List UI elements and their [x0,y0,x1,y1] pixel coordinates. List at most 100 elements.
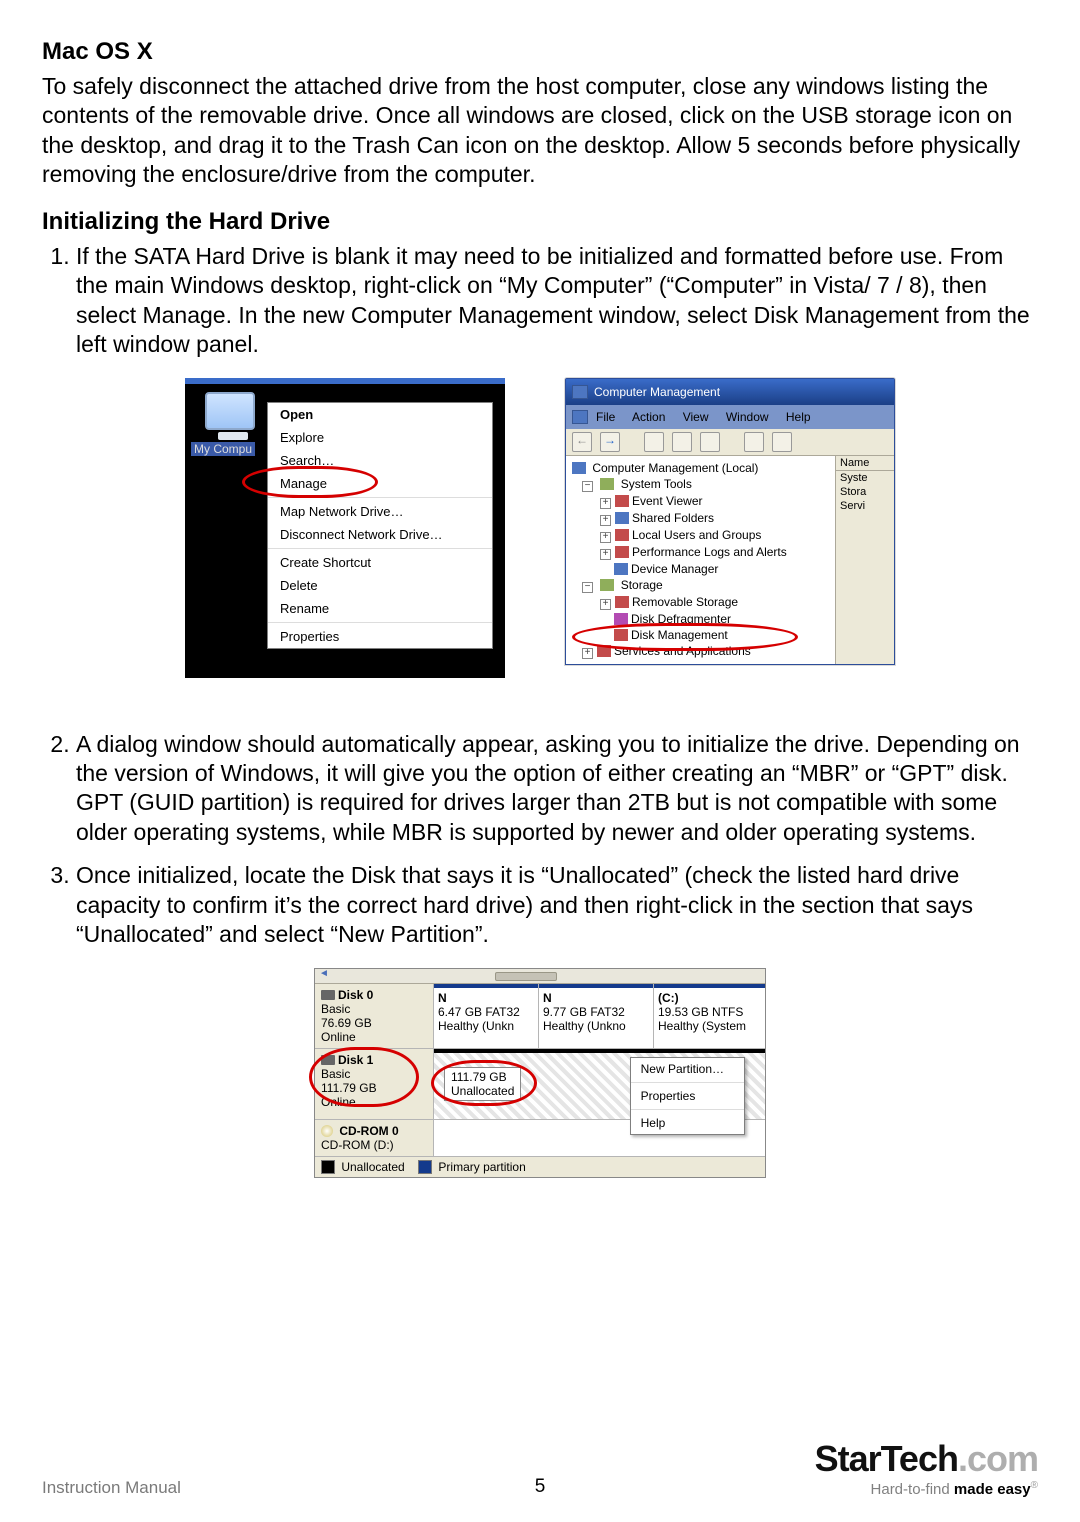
disk0-status: Online [321,1030,427,1044]
name-col-item-3[interactable]: Servi [836,499,894,513]
page-number: 5 [535,1476,546,1498]
footer-label: Instruction Manual [42,1478,181,1498]
tree-shared-folders[interactable]: +Shared Folders [568,510,833,527]
cdrom-side: CD-ROM 0 CD-ROM (D:) [315,1120,434,1156]
ctx-map-drive[interactable]: Map Network Drive… [268,500,492,523]
macosx-paragraph: To safely disconnect the attached drive … [42,72,1038,190]
cm-sub-icon [572,410,588,424]
tree-removable-storage[interactable]: +Removable Storage [568,594,833,611]
disk0-part-2[interactable]: (C:) 19.53 GB NTFS Healthy (System [654,984,765,1048]
cm-title-icon [572,385,588,399]
tree-system-tools[interactable]: − System Tools [568,476,833,493]
ctx-delete[interactable]: Delete [268,574,492,597]
highlight-disk-management [572,623,798,651]
heading-macosx: Mac OS X [42,38,1038,66]
dm-legend: Unallocated Primary partition [315,1157,765,1178]
collapse-icon[interactable]: − [582,582,593,593]
disk0-size: 76.69 GB [321,1016,427,1030]
cdrom-icon [321,1125,333,1137]
figure-computer-management: Computer Management File Action View Win… [565,378,895,708]
perf-icon [615,546,629,558]
highlight-disk1 [309,1047,419,1107]
toolbar-btn-2[interactable] [672,432,692,452]
name-col-item-1[interactable]: Syste [836,471,894,485]
cm-titlebar: Computer Management [566,379,894,405]
ctx-help[interactable]: Help [631,1112,744,1134]
ctx-open[interactable]: Open [268,403,492,426]
highlight-unallocated [431,1060,537,1106]
menu-view[interactable]: View [683,410,709,424]
my-computer-icon [205,392,261,438]
highlight-manage [242,466,378,498]
tree-root-label: Computer Management (Local) [592,461,758,475]
legend-unallocated: Unallocated [341,1160,404,1174]
ctx-properties-2[interactable]: Properties [631,1085,744,1107]
cdrom-title: CD-ROM 0 [321,1124,427,1138]
tree-system-tools-label: System Tools [621,477,692,491]
disk0-title: Disk 0 [321,988,427,1002]
back-icon[interactable] [572,432,592,452]
expand-icon[interactable]: + [600,498,611,509]
tree-perf-logs[interactable]: +Performance Logs and Alerts [568,544,833,561]
disk0-part-0[interactable]: N 6.47 GB FAT32 Healthy (Unkn [434,984,539,1048]
step-2: A dialog window should automatically app… [76,730,1038,848]
users-icon [615,529,629,541]
legend-swatch-unallocated [321,1160,335,1174]
figure-context-menu: My Compu Open Explore Search… Manage Map… [185,378,505,678]
collapse-icon[interactable]: − [582,481,593,492]
ctx-explore[interactable]: Explore [268,426,492,449]
storage-icon [600,579,614,591]
shared-folders-icon [615,512,629,524]
brand-logo: StarTech.com [815,1438,1038,1480]
tree-storage[interactable]: − Storage [568,577,833,594]
forward-icon[interactable] [600,432,620,452]
heading-init: Initializing the Hard Drive [42,208,1038,236]
disk0-side: Disk 0 Basic 76.69 GB Online [315,984,434,1048]
tree-event-viewer[interactable]: +Event Viewer [568,493,833,510]
legend-swatch-primary [418,1160,432,1174]
ctx-properties[interactable]: Properties [268,625,492,648]
name-col-item-2[interactable]: Stora [836,485,894,499]
toolbar-btn-5[interactable] [772,432,792,452]
scrollbar[interactable] [315,969,765,984]
expand-icon[interactable]: + [600,515,611,526]
disk0-part-1[interactable]: N 9.77 GB FAT32 Healthy (Unkno [539,984,654,1048]
removable-icon [615,596,629,608]
expand-icon[interactable]: + [582,648,593,659]
cm-title-text: Computer Management [594,385,720,399]
toolbar-btn-4[interactable] [744,432,764,452]
trademark-icon: ® [1031,1480,1038,1491]
menu-help[interactable]: Help [786,410,811,424]
expand-icon[interactable]: + [600,549,611,560]
device-manager-icon [614,563,628,575]
brand-tagline: Hard-to-find made easy® [815,1480,1038,1498]
cm-toolbar [566,429,894,456]
disk0-type: Basic [321,1002,427,1016]
ctx-disconnect-drive[interactable]: Disconnect Network Drive… [268,523,492,546]
name-column-header[interactable]: Name [836,456,894,471]
unalloc-context-menu: New Partition… Properties Help [630,1057,745,1135]
expand-icon[interactable]: + [600,599,611,610]
ctx-rename[interactable]: Rename [268,597,492,620]
ctx-new-partition[interactable]: New Partition… [631,1058,744,1080]
brand-block: StarTech.com Hard-to-find made easy® [815,1438,1038,1498]
tree-local-users[interactable]: +Local Users and Groups [568,527,833,544]
figure-row-1: My Compu Open Explore Search… Manage Map… [42,378,1038,708]
ctx-create-shortcut[interactable]: Create Shortcut [268,551,492,574]
menu-window[interactable]: Window [726,410,769,424]
cdrom-sub: CD-ROM (D:) [321,1138,427,1152]
menu-file[interactable]: File [596,410,615,424]
cm-root-icon [572,462,586,474]
legend-primary: Primary partition [438,1160,525,1174]
step-1: If the SATA Hard Drive is blank it may n… [76,242,1038,360]
tree-root[interactable]: Computer Management (Local) [568,460,833,476]
expand-icon[interactable]: + [600,532,611,543]
menu-action[interactable]: Action [632,410,665,424]
tree-storage-label: Storage [621,578,663,592]
tree-device-manager[interactable]: Device Manager [568,561,833,577]
step-3: Once initialized, locate the Disk that s… [76,861,1038,949]
toolbar-btn-3[interactable] [700,432,720,452]
my-computer-label: My Compu [191,442,255,456]
toolbar-btn-1[interactable] [644,432,664,452]
disk1-unallocated[interactable]: 111.79 GB Unallocated New Partition… Pro… [434,1049,765,1119]
